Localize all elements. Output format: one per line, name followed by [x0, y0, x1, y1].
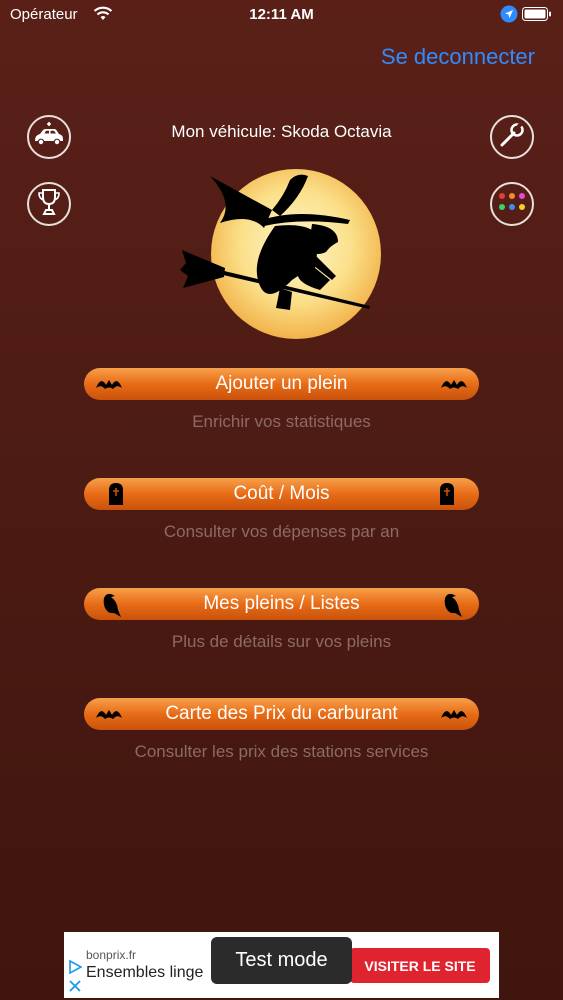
fuel-price-map-button[interactable]: Carte des Prix du carburant	[84, 698, 479, 730]
add-refuel-subtitle: Enrichir vos statistiques	[192, 412, 371, 431]
battery-icon	[522, 7, 552, 26]
themes-button[interactable]	[490, 182, 534, 226]
close-icon[interactable]	[68, 979, 82, 998]
bat-icon	[439, 702, 469, 731]
crow-icon	[441, 592, 463, 623]
fuel-price-map-subtitle: Consulter les prix des stations services	[134, 742, 429, 761]
fuel-price-map-label: Carte des Prix du carburant	[165, 703, 398, 724]
status-bar: Opérateur 12:11 AM	[0, 0, 563, 30]
vehicle-label: Mon véhicule: Skoda Octavia	[171, 122, 392, 141]
my-refuels-button[interactable]: Mes pleins / Listes	[84, 588, 479, 620]
tombstone-icon	[437, 482, 457, 511]
palette-icon	[497, 191, 527, 218]
ad-visit-button[interactable]: VISITER LE SITE	[350, 948, 490, 983]
monthly-cost-label: Coût / Mois	[233, 483, 330, 504]
clock: 12:11 AM	[249, 6, 314, 23]
trophy-button[interactable]	[27, 182, 71, 226]
witch-moon-illustration	[180, 168, 385, 348]
ad-choices-icon[interactable]	[68, 959, 83, 979]
monthly-cost-button[interactable]: Coût / Mois	[84, 478, 479, 510]
my-refuels-subtitle: Plus de détails sur vos pleins	[171, 632, 392, 651]
add-refuel-label: Ajouter un plein	[215, 373, 348, 394]
ad-domain: bonprix.fr	[86, 948, 137, 962]
wrench-icon	[498, 121, 526, 154]
logout-link[interactable]: Se deconnecter	[381, 44, 535, 70]
add-refuel-button[interactable]: Ajouter un plein	[84, 368, 479, 400]
ad-title: Ensembles linge	[86, 964, 204, 981]
my-refuels-label: Mes pleins / Listes	[203, 593, 360, 614]
settings-button[interactable]	[490, 115, 534, 159]
monthly-cost-subtitle: Consulter vos dépenses par an	[163, 522, 400, 541]
bat-icon	[439, 372, 469, 401]
test-mode-toast: Test mode	[211, 937, 352, 984]
location-icon	[500, 5, 518, 28]
trophy-icon	[36, 187, 62, 222]
